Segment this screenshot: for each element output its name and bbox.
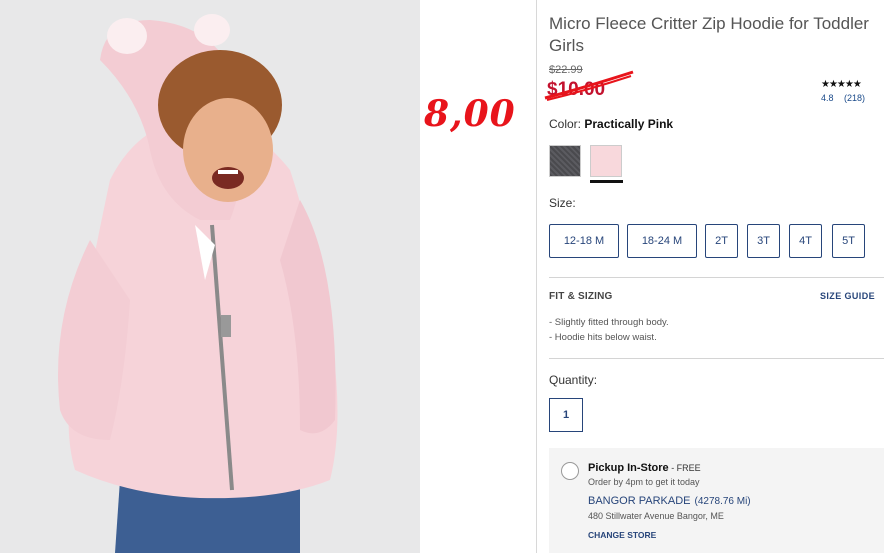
image-gutter: [420, 0, 536, 553]
pickup-free-label: - FREE: [668, 463, 701, 473]
size-option-2t[interactable]: 2T: [705, 224, 738, 258]
size-option-3t[interactable]: 3T: [747, 224, 780, 258]
store-name-link[interactable]: BANGOR PARKADE (4278.76 Mi): [588, 495, 751, 507]
store-name: BANGOR PARKADE: [588, 495, 691, 507]
pickup-in-store-option[interactable]: Pickup In-Store - FREE Order by 4pm to g…: [549, 448, 884, 553]
star-rating-icons[interactable]: ★★★★★: [821, 79, 862, 90]
selected-swatch-indicator: [590, 180, 623, 183]
review-count: (218): [844, 93, 866, 103]
store-distance: (4278.76 Mi): [694, 496, 751, 507]
pickup-radio-button[interactable]: [561, 462, 579, 480]
fit-detail-item: - Slightly fitted through body.: [549, 317, 669, 328]
store-address: 480 Stillwater Avenue Bangor, ME: [588, 511, 724, 521]
size-option-5t[interactable]: 5T: [832, 224, 865, 258]
pickup-cutoff-text: Order by 4pm to get it today: [588, 477, 700, 487]
swatch-practically-pink[interactable]: [590, 145, 622, 177]
quantity-selector[interactable]: 1: [549, 398, 583, 432]
product-details-panel: Micro Fleece Critter Zip Hoodie for Todd…: [536, 0, 889, 553]
product-photo[interactable]: [0, 0, 420, 553]
divider: [549, 358, 884, 359]
change-store-link[interactable]: CHANGE STORE: [588, 530, 656, 540]
pickup-title-text: Pickup In-Store: [588, 462, 669, 474]
fit-detail-item: - Hoodie hits below waist.: [549, 332, 657, 343]
selected-color-name: Practically Pink: [584, 117, 674, 131]
size-label: Size:: [549, 196, 576, 210]
color-label: Color: Practically Pink: [549, 117, 673, 131]
color-label-text: Color:: [549, 117, 582, 131]
rating-summary[interactable]: 4.8 (218): [821, 93, 865, 103]
handwritten-price-annotation: 8,00: [424, 93, 516, 135]
size-option-18-24m[interactable]: 18-24 M: [627, 224, 697, 258]
rating-value: 4.8: [821, 93, 834, 103]
quantity-label: Quantity:: [549, 373, 598, 387]
divider: [549, 277, 884, 278]
toddler-hoodie-image: [0, 0, 420, 553]
size-option-4t[interactable]: 4T: [789, 224, 822, 258]
swatch-charcoal[interactable]: [549, 145, 581, 177]
handwritten-strike-line: [544, 70, 634, 101]
size-option-12-18m[interactable]: 12-18 M: [549, 224, 619, 258]
pickup-title: Pickup In-Store - FREE: [588, 462, 701, 474]
size-guide-link[interactable]: SIZE GUIDE: [820, 291, 875, 301]
product-title: Micro Fleece Critter Zip Hoodie for Todd…: [549, 14, 869, 55]
fit-sizing-heading: FIT & SIZING: [549, 291, 613, 302]
